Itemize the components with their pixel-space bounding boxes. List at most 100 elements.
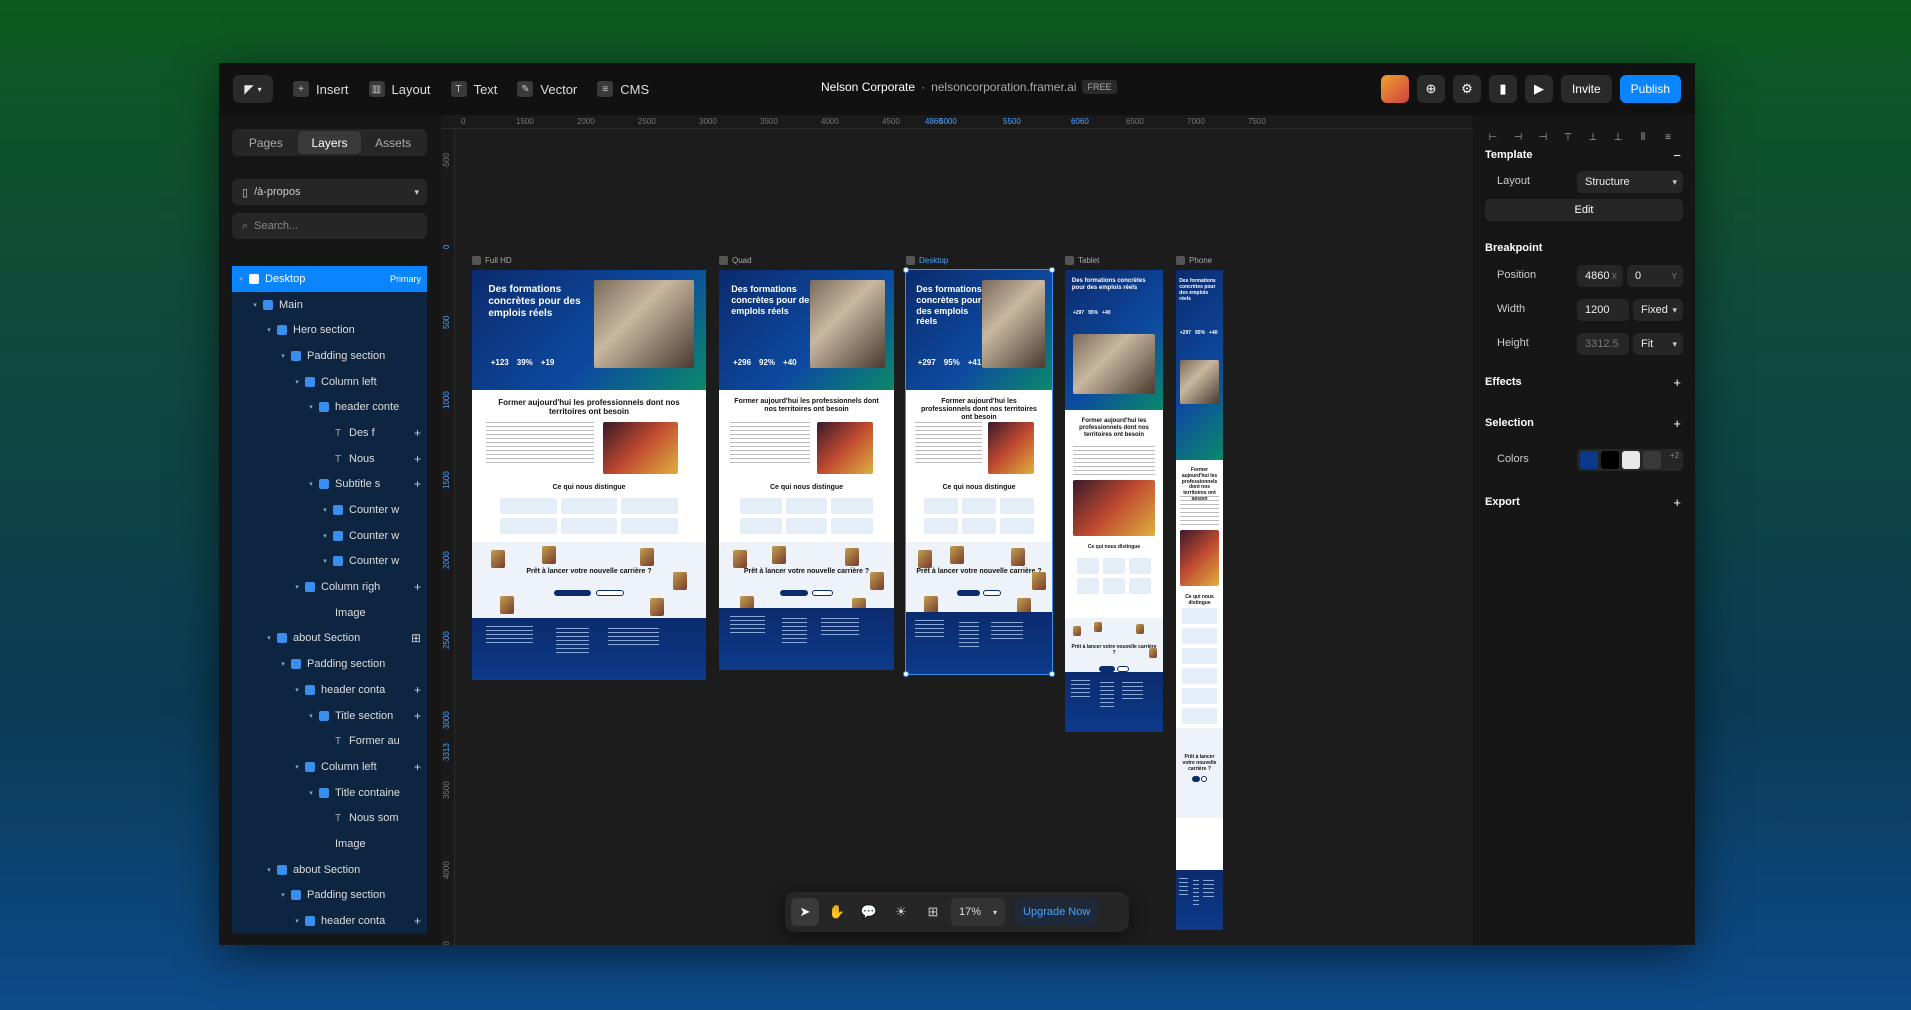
color-swatch[interactable] bbox=[1643, 451, 1661, 469]
layer-row[interactable]: ▾ about Section bbox=[232, 856, 427, 883]
play-icon[interactable] bbox=[472, 256, 481, 265]
disclosure-icon[interactable]: ▾ bbox=[306, 480, 316, 488]
layer-row[interactable]: ▾ Padding section bbox=[232, 343, 427, 369]
layout-select[interactable]: Structure ▾ bbox=[1577, 171, 1683, 193]
align-top-icon[interactable]: ⊤ bbox=[1560, 129, 1576, 145]
position-x-input[interactable]: 4860 X bbox=[1577, 265, 1623, 287]
color-swatch[interactable] bbox=[1622, 451, 1640, 469]
resize-handle[interactable] bbox=[1049, 267, 1055, 273]
frame-label[interactable]: Phone bbox=[1176, 256, 1212, 265]
disclosure-icon[interactable]: ▾ bbox=[306, 789, 316, 797]
invite-button[interactable]: Invite bbox=[1560, 75, 1612, 103]
layer-row[interactable]: ▾ Counter w bbox=[232, 497, 427, 523]
plus-icon[interactable]: + bbox=[1673, 416, 1681, 431]
layer-row[interactable]: ▾ Column left + bbox=[232, 754, 427, 780]
layer-row[interactable]: ▾ Desktop Primary bbox=[232, 266, 427, 292]
color-swatches[interactable]: +2 bbox=[1577, 449, 1683, 471]
frame-label[interactable]: Tablet bbox=[1065, 256, 1099, 265]
disclosure-icon[interactable]: ▾ bbox=[306, 403, 316, 411]
disclosure-icon[interactable]: ▾ bbox=[320, 506, 330, 514]
resize-handle[interactable] bbox=[903, 267, 909, 273]
minus-icon[interactable]: − bbox=[1673, 148, 1681, 163]
resize-handle[interactable] bbox=[903, 671, 909, 677]
grid-icon[interactable]: ⊞ bbox=[411, 631, 421, 645]
page-select[interactable]: ▯ /à-propos ▾ bbox=[232, 179, 427, 205]
layer-row[interactable]: Image bbox=[232, 831, 427, 857]
disclosure-icon[interactable]: ▾ bbox=[278, 660, 288, 668]
layout-button[interactable]: ▥ Layout bbox=[368, 81, 431, 97]
tab-assets[interactable]: Assets bbox=[361, 131, 425, 154]
disclosure-icon[interactable]: ▾ bbox=[264, 326, 274, 334]
layer-row[interactable]: ▾ Hero section bbox=[232, 317, 427, 344]
layer-row[interactable]: ▾ Padding section bbox=[232, 651, 427, 677]
position-y-input[interactable]: 0Y bbox=[1627, 265, 1683, 287]
layer-row[interactable]: ▾ Column righ + bbox=[232, 574, 427, 600]
plus-icon[interactable]: + bbox=[1673, 495, 1681, 510]
align-right-icon[interactable]: ⊣ bbox=[1535, 129, 1551, 145]
height-input[interactable]: 3312.5 bbox=[1577, 333, 1629, 355]
breakpoint-frame-tablet[interactable]: Des formations concrètes pour des emploi… bbox=[1065, 270, 1163, 732]
play-icon[interactable] bbox=[1176, 256, 1185, 265]
zoom-select[interactable]: 17% ▾ bbox=[951, 898, 1006, 926]
sun-icon[interactable]: ☀ bbox=[887, 898, 915, 926]
layer-row[interactable]: ▾ Counter w bbox=[232, 522, 427, 549]
text-button[interactable]: T Text bbox=[450, 81, 497, 97]
disclosure-icon[interactable]: ▾ bbox=[278, 891, 288, 899]
disclosure-icon[interactable]: ▾ bbox=[292, 917, 302, 925]
width-input[interactable]: 1200 bbox=[1577, 299, 1629, 321]
plus-icon[interactable]: + bbox=[414, 709, 421, 723]
align-middle-icon[interactable]: ⊥ bbox=[1585, 129, 1601, 145]
play-icon[interactable]: ▶ bbox=[1524, 75, 1553, 103]
layer-row[interactable]: T Des f + bbox=[232, 420, 427, 446]
plus-icon[interactable]: + bbox=[414, 683, 421, 697]
layer-row[interactable]: ▾ Subtitle s + bbox=[232, 471, 427, 498]
layer-row[interactable]: ▾ Title containe bbox=[232, 779, 427, 806]
color-swatch[interactable] bbox=[1580, 451, 1598, 469]
disclosure-icon[interactable]: ▾ bbox=[236, 275, 246, 283]
plus-icon[interactable]: + bbox=[414, 914, 421, 928]
layer-row[interactable]: T Former au bbox=[232, 728, 427, 755]
project-title[interactable]: Nelson Corporate · nelsoncorporation.fra… bbox=[821, 80, 1117, 94]
disclosure-icon[interactable]: ▾ bbox=[320, 532, 330, 540]
plus-icon[interactable]: + bbox=[414, 452, 421, 466]
layer-row[interactable]: ▾ Main bbox=[232, 291, 427, 318]
disclosure-icon[interactable]: ▾ bbox=[306, 712, 316, 720]
disclosure-icon[interactable]: ▾ bbox=[278, 352, 288, 360]
disclosure-icon[interactable]: ▾ bbox=[292, 583, 302, 591]
breakpoint-frame-full-hd[interactable]: Des formations concrètes pour des emploi… bbox=[472, 270, 706, 680]
settings-icon[interactable]: ⚙ bbox=[1452, 75, 1481, 103]
layer-row[interactable]: ▾ about Section ⊞ bbox=[232, 625, 427, 652]
layer-row[interactable]: ▾ Counter w bbox=[232, 548, 427, 575]
frame-label[interactable]: Quad bbox=[719, 256, 752, 265]
align-center-icon[interactable]: ⊣ bbox=[1510, 129, 1526, 145]
framer-menu-button[interactable]: ◤ ▾ bbox=[233, 75, 273, 103]
resize-handle[interactable] bbox=[1049, 671, 1055, 677]
distribute-vertical-icon[interactable]: ≡ bbox=[1660, 129, 1676, 145]
plus-icon[interactable]: + bbox=[414, 477, 421, 491]
frame-label[interactable]: Desktop bbox=[906, 256, 948, 265]
layer-row[interactable]: T Nous som bbox=[232, 805, 427, 832]
cursor-icon[interactable]: ➤ bbox=[791, 898, 819, 926]
disclosure-icon[interactable]: ▾ bbox=[264, 634, 274, 642]
layer-row[interactable]: Image bbox=[232, 599, 427, 626]
plus-icon[interactable]: + bbox=[414, 580, 421, 594]
breakpoint-frame-phone[interactable]: Des formations concrètes pour des emploi… bbox=[1176, 270, 1223, 930]
breakpoint-frame-quad[interactable]: Des formations concrètes pour des emploi… bbox=[719, 270, 894, 670]
layer-row[interactable]: ▾ Column left bbox=[232, 368, 427, 395]
layer-row[interactable]: ▾ header conte bbox=[232, 394, 427, 421]
plus-icon[interactable]: + bbox=[414, 426, 421, 440]
play-icon[interactable] bbox=[1065, 256, 1074, 265]
plus-icon[interactable]: + bbox=[414, 760, 421, 774]
layer-row[interactable]: ▾ Padding section bbox=[232, 882, 427, 909]
search-input[interactable]: ⌕ Search... bbox=[232, 213, 427, 239]
plus-icon[interactable]: + bbox=[1673, 375, 1681, 390]
disclosure-icon[interactable]: ▾ bbox=[320, 557, 330, 565]
avatar[interactable] bbox=[1380, 75, 1409, 103]
frame-label[interactable]: Full HD bbox=[472, 256, 512, 265]
hand-icon[interactable]: ✋ bbox=[823, 898, 851, 926]
play-icon[interactable] bbox=[719, 256, 728, 265]
disclosure-icon[interactable]: ▾ bbox=[292, 378, 302, 386]
layer-row[interactable]: ▾ header conta + bbox=[232, 677, 427, 703]
tab-pages[interactable]: Pages bbox=[234, 131, 298, 154]
insert-button[interactable]: + Insert bbox=[293, 81, 349, 97]
